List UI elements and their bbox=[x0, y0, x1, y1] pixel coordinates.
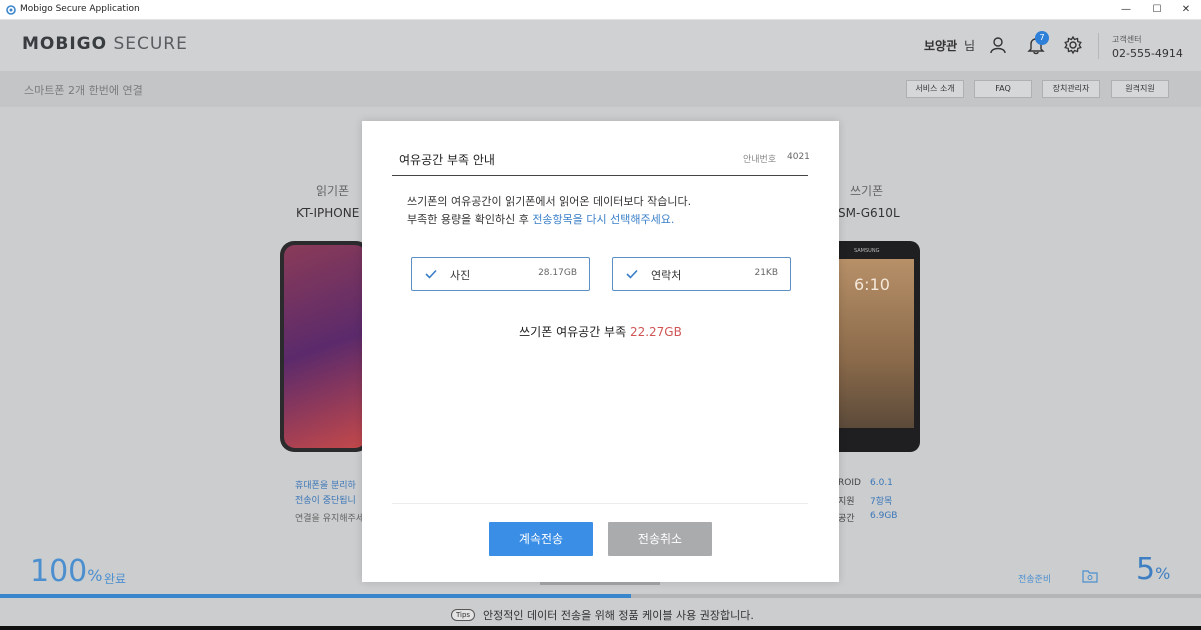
source-progress-label: 완료 bbox=[104, 572, 127, 586]
target-phone-clock: 6:10 bbox=[854, 275, 890, 294]
close-window-button[interactable]: ✕ bbox=[1178, 2, 1194, 18]
reselect-items-text: 전송항목을 다시 선택해주세요. bbox=[532, 213, 675, 226]
faq-button[interactable]: FAQ bbox=[974, 80, 1032, 98]
source-progress-percent: 100% bbox=[30, 554, 103, 589]
device-manager-button[interactable]: 장치관리자 bbox=[1042, 80, 1100, 98]
support-phone: 02-555-4914 bbox=[1112, 47, 1183, 60]
source-phone-info-1: 휴대폰을 분리하 bbox=[295, 481, 356, 491]
insufficient-space-dialog: 여유공간 부족 안내 안내번호 4021 쓰기폰의 여유공간이 읽기폰에서 읽어… bbox=[362, 121, 839, 582]
dialog-message-line-2: 부족한 용량을 확인하신 후 전송항목을 다시 선택해주세요. bbox=[407, 213, 675, 226]
support-label: 고객센터 bbox=[1112, 35, 1142, 44]
minimize-button[interactable]: — bbox=[1118, 2, 1134, 18]
check-icon bbox=[626, 269, 638, 279]
tips-text: 안정적인 데이터 전송을 위해 정품 케이블 사용 권장합니다. bbox=[483, 609, 754, 622]
source-phone-model: KT-IPHONE bbox=[296, 206, 360, 220]
window-titlebar: Mobigo Secure Application — ☐ ✕ bbox=[0, 0, 1201, 20]
target-phone-brand: SAMSUNG bbox=[854, 248, 880, 254]
tips-bar: Tips 안정적인 데이터 전송을 위해 정품 케이블 사용 권장합니다. bbox=[0, 604, 1201, 626]
source-phone-info-2: 전송이 중단됩니 bbox=[295, 496, 356, 506]
dialog-footer-divider bbox=[392, 503, 808, 504]
transfer-item-contacts[interactable]: 연락처 21KB bbox=[612, 257, 791, 291]
app-logo: MOBIGO SECURE bbox=[22, 34, 188, 54]
cancel-transfer-button[interactable]: 전송취소 bbox=[608, 522, 712, 556]
folder-icon[interactable] bbox=[1082, 569, 1098, 583]
app-icon bbox=[6, 5, 16, 15]
maximize-button[interactable]: ☐ bbox=[1149, 2, 1165, 18]
user-icon[interactable] bbox=[988, 35, 1008, 55]
dialog-title-divider bbox=[392, 175, 808, 176]
target-spec-value-support: 7항목 bbox=[870, 497, 893, 507]
user-name: 보양관 bbox=[924, 39, 958, 53]
remote-support-button[interactable]: 원격지원 bbox=[1111, 80, 1169, 98]
reference-number: 4021 bbox=[787, 152, 810, 162]
transfer-item-size: 28.17GB bbox=[538, 268, 577, 278]
dialog-shadow-tab bbox=[540, 582, 660, 585]
tips-badge: Tips bbox=[451, 609, 475, 621]
transfer-progress-bar bbox=[0, 594, 1201, 598]
dialog-message-line-1: 쓰기폰의 여유공간이 읽기폰에서 읽어온 데이터보다 작습니다. bbox=[407, 195, 692, 208]
target-spec-label-support: 지원 bbox=[838, 497, 855, 507]
transfer-item-photos[interactable]: 사진 28.17GB bbox=[411, 257, 590, 291]
page-subtitle: 스마트폰 2개 한번에 연결 bbox=[24, 84, 143, 97]
app-header: MOBIGO SECURE 보양관 님 7 고객센터 02-555-4914 bbox=[0, 20, 1201, 71]
target-progress-percent: 5% bbox=[1136, 552, 1171, 587]
header-divider bbox=[1098, 33, 1099, 59]
target-spec-label-os: ROID bbox=[838, 478, 861, 488]
target-phone-label: 쓰기폰 bbox=[850, 184, 884, 198]
target-phone-model: SM-G610L bbox=[838, 206, 900, 220]
target-spec-value-os: 6.0.1 bbox=[870, 478, 893, 488]
notification-badge: 7 bbox=[1035, 31, 1049, 45]
dialog-title: 여유공간 부족 안내 bbox=[399, 153, 495, 167]
check-icon bbox=[425, 269, 437, 279]
continue-transfer-button[interactable]: 계속전송 bbox=[489, 522, 593, 556]
target-spec-label-space: 공간 bbox=[838, 514, 855, 524]
transfer-progress-fill bbox=[0, 594, 631, 598]
sub-navigation-bar: 스마트폰 2개 한번에 연결 서비스 소개 FAQ 장치관리자 원격지원 bbox=[0, 71, 1201, 107]
space-shortage-summary: 쓰기폰 여유공간 부족 22.27GB bbox=[519, 325, 682, 339]
transfer-item-name: 사진 bbox=[450, 269, 471, 282]
service-intro-button[interactable]: 서비스 소개 bbox=[906, 80, 964, 98]
window-title: Mobigo Secure Application bbox=[20, 4, 140, 14]
target-phone-image: SAMSUNG 6:10 bbox=[828, 241, 920, 452]
bottom-strip bbox=[0, 626, 1201, 630]
reference-label: 안내번호 bbox=[743, 155, 777, 165]
source-phone-label: 읽기폰 bbox=[316, 184, 350, 198]
user-suffix: 님 bbox=[964, 39, 976, 53]
target-progress-label: 전송준비 bbox=[1018, 575, 1052, 585]
settings-gear-icon[interactable] bbox=[1063, 35, 1083, 55]
source-phone-info-3: 연결을 유지해주세 bbox=[295, 514, 365, 524]
source-phone-image bbox=[280, 241, 370, 452]
transfer-item-size: 21KB bbox=[754, 268, 778, 278]
target-spec-value-space: 6.9GB bbox=[870, 511, 898, 521]
transfer-item-name: 연락처 bbox=[651, 269, 682, 282]
shortage-amount: 22.27GB bbox=[629, 325, 682, 339]
